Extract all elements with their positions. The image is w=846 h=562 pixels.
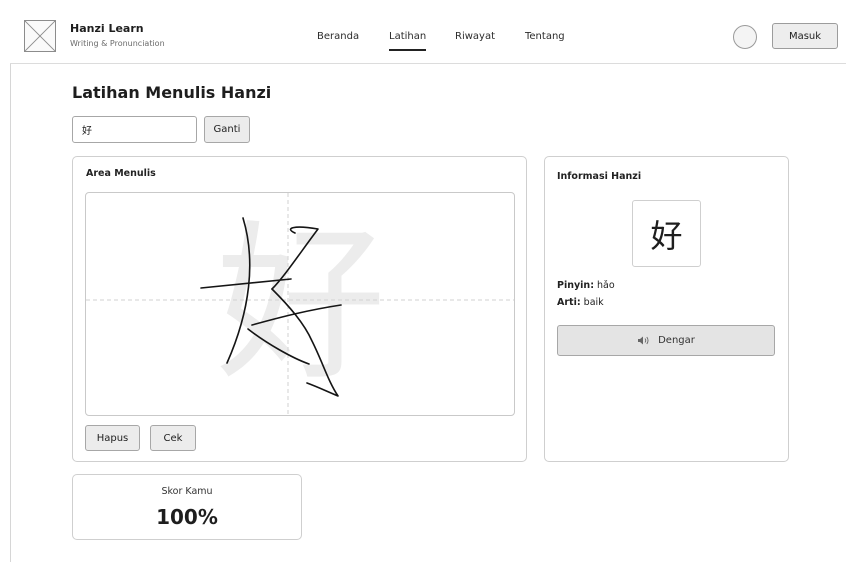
- speaker-icon: [638, 336, 649, 345]
- change-button[interactable]: Ganti: [204, 116, 250, 143]
- brand-subtitle: Writing & Pronunciation: [70, 39, 165, 48]
- nav-latihan[interactable]: Latihan: [389, 31, 427, 51]
- meaning-label: Arti:: [557, 297, 581, 308]
- check-button[interactable]: Cek: [150, 425, 196, 451]
- meaning-value: baik: [583, 297, 604, 308]
- nav-tentang[interactable]: Tentang: [525, 31, 565, 42]
- pinyin-label: Pinyin:: [557, 280, 594, 291]
- nav-riwayat[interactable]: Riwayat: [455, 31, 495, 42]
- pinyin-value: hǎo: [597, 280, 615, 291]
- hanzi-input[interactable]: [72, 116, 197, 143]
- hanzi-display: 好: [632, 200, 701, 267]
- app-header: Hanzi Learn Writing & Pronunciation Bera…: [10, 8, 846, 64]
- listen-label: Dengar: [658, 335, 695, 346]
- page-title: Latihan Menulis Hanzi: [72, 83, 272, 102]
- info-card-title: Informasi Hanzi: [557, 171, 642, 182]
- clear-button[interactable]: Hapus: [85, 425, 140, 451]
- writing-card-title: Area Menulis: [86, 168, 156, 179]
- listen-button[interactable]: Dengar: [557, 325, 775, 356]
- meaning-line: Arti: baik: [557, 297, 604, 308]
- avatar[interactable]: [733, 25, 757, 49]
- pinyin-line: Pinyin: hǎo: [557, 280, 615, 291]
- brand-title: Hanzi Learn: [70, 22, 144, 35]
- nav-beranda[interactable]: Beranda: [317, 31, 359, 42]
- writing-canvas[interactable]: 好: [85, 192, 515, 416]
- score-label: Skor Kamu: [161, 486, 213, 497]
- image-placeholder-icon: [24, 20, 56, 52]
- score-value: 100%: [156, 505, 218, 529]
- stroke-layer: [86, 193, 514, 415]
- login-button[interactable]: Masuk: [772, 23, 838, 49]
